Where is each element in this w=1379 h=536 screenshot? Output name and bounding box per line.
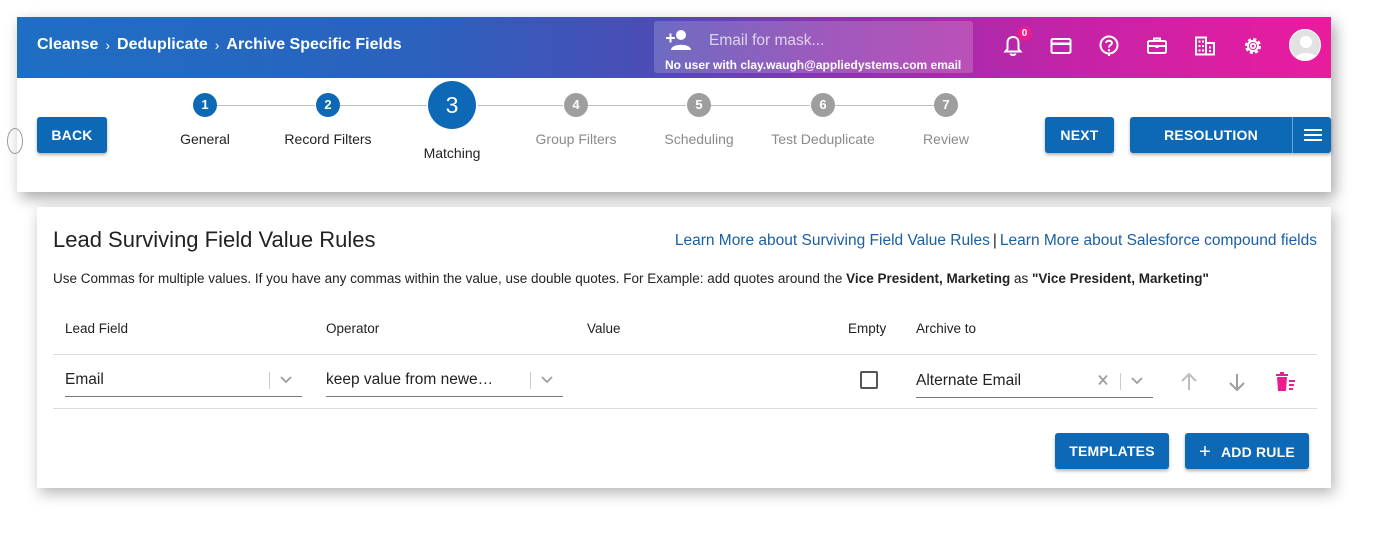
- lead-field-value: Email: [65, 371, 104, 388]
- step-label: General: [180, 131, 230, 147]
- step-label: Scheduling: [664, 131, 734, 147]
- app-window: Cleanse › Deduplicate › Archive Specific…: [7, 17, 1331, 192]
- user-avatar-icon: [1294, 36, 1318, 60]
- resolution-button[interactable]: RESOLUTION: [1130, 117, 1292, 153]
- step-general[interactable]: 1 General: [155, 93, 255, 147]
- chevron-down-icon[interactable]: [1130, 375, 1144, 387]
- breadcrumb-separator: ›: [105, 37, 111, 53]
- person-add-icon: [666, 30, 691, 50]
- empty-checkbox[interactable]: [860, 371, 878, 389]
- step-record-filters[interactable]: 2 Record Filters: [268, 93, 388, 147]
- step-label: Review: [923, 131, 969, 147]
- help-icon[interactable]: [1097, 34, 1121, 58]
- column-empty: Empty: [848, 321, 887, 336]
- help-links: Learn More about Surviving Field Value R…: [675, 232, 1317, 250]
- next-button[interactable]: NEXT: [1045, 117, 1114, 153]
- breadcrumb: Cleanse › Deduplicate › Archive Specific…: [37, 36, 402, 54]
- chevron-down-icon[interactable]: [540, 374, 554, 386]
- drawer-toggle[interactable]: [7, 128, 23, 154]
- breadcrumb-archive-specific-fields: Archive Specific Fields: [226, 36, 402, 53]
- breadcrumb-deduplicate[interactable]: Deduplicate: [117, 36, 208, 54]
- arrow-up-icon[interactable]: [1178, 371, 1200, 393]
- step-number: 1: [193, 93, 217, 117]
- templates-button[interactable]: TEMPLATES: [1055, 433, 1169, 469]
- breadcrumb-cleanse[interactable]: Cleanse: [37, 36, 98, 54]
- delete-icon[interactable]: [1274, 371, 1296, 393]
- select-divider: [1120, 373, 1121, 390]
- email-mask-placeholder[interactable]: Email for mask...: [709, 32, 824, 50]
- step-label: Test Deduplicate: [771, 131, 875, 147]
- step-matching[interactable]: 3 Matching: [402, 81, 502, 161]
- email-mask-status: No user with clay.waugh@appliedystems.co…: [665, 58, 962, 72]
- step-number: 3: [428, 81, 476, 129]
- clear-icon[interactable]: [1096, 374, 1110, 386]
- step-number: 2: [316, 93, 340, 117]
- step-label: Record Filters: [284, 131, 372, 147]
- hint-text: as: [1010, 271, 1033, 286]
- card-title: Lead Surviving Field Value Rules: [53, 227, 376, 252]
- breadcrumb-separator: ›: [214, 37, 220, 53]
- gear-icon[interactable]: [1241, 34, 1265, 58]
- step-number: 5: [687, 93, 711, 117]
- column-archive-to: Archive to: [916, 321, 977, 336]
- column-lead-field: Lead Field: [65, 321, 129, 336]
- operator-value: keep value from newe…: [326, 371, 494, 388]
- plus-icon: +: [1199, 441, 1211, 463]
- link-separator: |: [992, 232, 997, 249]
- step-number: 4: [564, 93, 588, 117]
- add-rule-button[interactable]: + ADD RULE: [1185, 433, 1309, 469]
- archive-to-select[interactable]: Alternate Email: [916, 370, 1153, 398]
- briefcase-icon[interactable]: [1145, 34, 1169, 58]
- notification-badge: 0: [1017, 26, 1032, 41]
- step-test-deduplicate[interactable]: 6 Test Deduplicate: [758, 93, 888, 147]
- resolution-button-group[interactable]: RESOLUTION: [1130, 117, 1331, 153]
- step-number: 6: [811, 93, 835, 117]
- row-divider: [53, 354, 1317, 355]
- back-button[interactable]: BACK: [37, 117, 107, 153]
- column-value: Value: [587, 321, 621, 336]
- archive-to-value: Alternate Email: [916, 372, 1022, 389]
- compound-fields-link[interactable]: Learn More about Salesforce compound fie…: [1000, 232, 1317, 249]
- surviving-rules-link[interactable]: Learn More about Surviving Field Value R…: [675, 232, 990, 249]
- step-number: 7: [934, 93, 958, 117]
- add-rule-label: ADD RULE: [1220, 444, 1295, 460]
- step-label: Group Filters: [535, 131, 617, 147]
- top-header: Cleanse › Deduplicate › Archive Specific…: [17, 17, 1331, 78]
- avatar[interactable]: [1289, 29, 1321, 61]
- step-review[interactable]: 7 Review: [896, 93, 996, 147]
- select-divider: [269, 372, 270, 389]
- email-mask-field[interactable]: Email for mask... No user with clay.waug…: [654, 21, 973, 73]
- hint-example: Vice President, Marketing: [846, 271, 1011, 286]
- menu-icon[interactable]: [1304, 128, 1322, 142]
- usage-hint: Use Commas for multiple values. If you h…: [53, 271, 1209, 286]
- hint-quoted-example: "Vice President, Marketing": [1032, 271, 1209, 286]
- step-label: Matching: [423, 145, 481, 161]
- arrow-down-icon[interactable]: [1226, 371, 1248, 393]
- lead-field-select[interactable]: Email: [65, 369, 302, 397]
- operator-select[interactable]: keep value from newe…: [326, 369, 563, 397]
- row-divider: [53, 408, 1317, 409]
- step-scheduling[interactable]: 5 Scheduling: [649, 93, 749, 147]
- column-operator: Operator: [326, 321, 380, 336]
- building-icon[interactable]: [1193, 34, 1217, 58]
- button-divider: [1292, 117, 1293, 153]
- chevron-down-icon[interactable]: [279, 374, 293, 386]
- credit-card-icon[interactable]: [1049, 34, 1073, 58]
- hint-text: Use Commas for multiple values. If you h…: [53, 271, 847, 286]
- select-divider: [530, 372, 531, 389]
- surviving-rules-card: Lead Surviving Field Value Rules Learn M…: [37, 207, 1331, 488]
- step-group-filters[interactable]: 4 Group Filters: [516, 93, 636, 147]
